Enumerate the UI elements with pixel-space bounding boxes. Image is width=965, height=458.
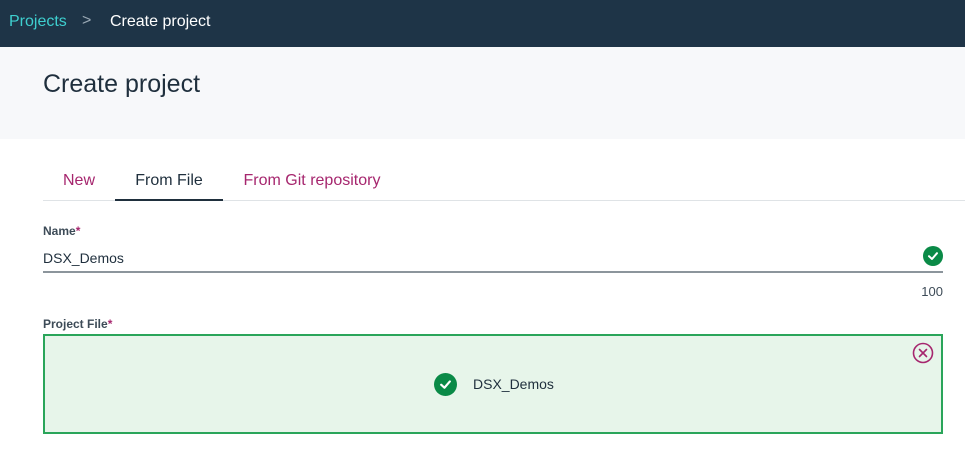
tab-from-git-repository[interactable]: From Git repository	[242, 162, 382, 201]
project-file-label-text: Project File	[43, 317, 108, 331]
uploaded-file-name: DSX_Demos	[473, 376, 554, 392]
check-circle-icon	[434, 373, 457, 396]
name-char-limit: 100	[921, 284, 943, 299]
breadcrumb-current: Create project	[110, 13, 211, 30]
page-title: Create project	[43, 70, 201, 98]
breadcrumb-projects-link[interactable]: Projects	[9, 13, 67, 31]
top-nav-bar: Projects > Create project	[0, 0, 965, 47]
required-mark: *	[107, 317, 113, 331]
required-mark: *	[75, 224, 81, 238]
name-field-label: Name*	[43, 224, 80, 238]
name-label-text: Name	[43, 224, 76, 238]
check-circle-icon	[923, 246, 943, 266]
tab-new[interactable]: New	[43, 162, 115, 201]
tab-bar: New From File From Git repository	[43, 162, 965, 201]
name-input[interactable]	[43, 244, 943, 273]
breadcrumb-separator: >	[82, 12, 92, 29]
tab-from-file[interactable]: From File	[115, 162, 223, 201]
close-circle-icon[interactable]	[912, 342, 934, 364]
project-file-field-label: Project File*	[43, 317, 112, 331]
